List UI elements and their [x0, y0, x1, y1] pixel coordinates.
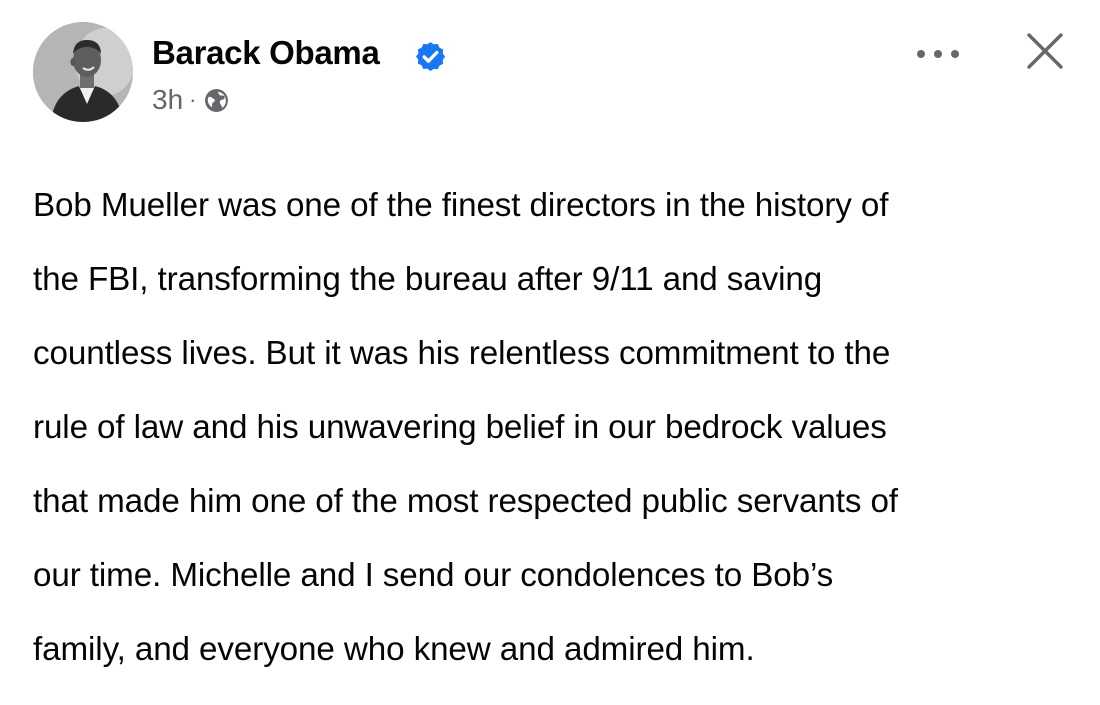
post-text-line: Bob Mueller was one of the finest direct…	[33, 187, 889, 224]
post-text-line: our time. Michelle and I send our condol…	[33, 557, 834, 594]
globe-icon[interactable]	[204, 88, 229, 113]
more-options-icon[interactable]	[912, 40, 964, 68]
avatar-photo	[33, 22, 133, 122]
avatar[interactable]	[33, 22, 133, 122]
post-text-line: the FBI, transforming the bureau after 9…	[33, 261, 823, 298]
verified-badge-icon	[416, 42, 446, 71]
close-icon[interactable]	[1025, 31, 1065, 71]
meta-separator: ·	[189, 87, 197, 112]
post-body-text: Bob Mueller was one of the finest direct…	[33, 150, 1083, 705]
post-meta: 3h ·	[152, 84, 229, 116]
post-card: Barack Obama 3h · Bob Mueller was one of…	[0, 0, 1100, 668]
post-text-line: that made him one of the most respected …	[33, 483, 898, 520]
timestamp[interactable]: 3h	[152, 84, 183, 116]
author-name[interactable]: Barack Obama	[152, 34, 380, 72]
post-text-line: family, and everyone who knew and admire…	[33, 631, 755, 668]
post-text-line: countless lives. But it was his relentle…	[33, 335, 891, 372]
post-text-line: rule of law and his unwavering belief in…	[33, 409, 887, 446]
